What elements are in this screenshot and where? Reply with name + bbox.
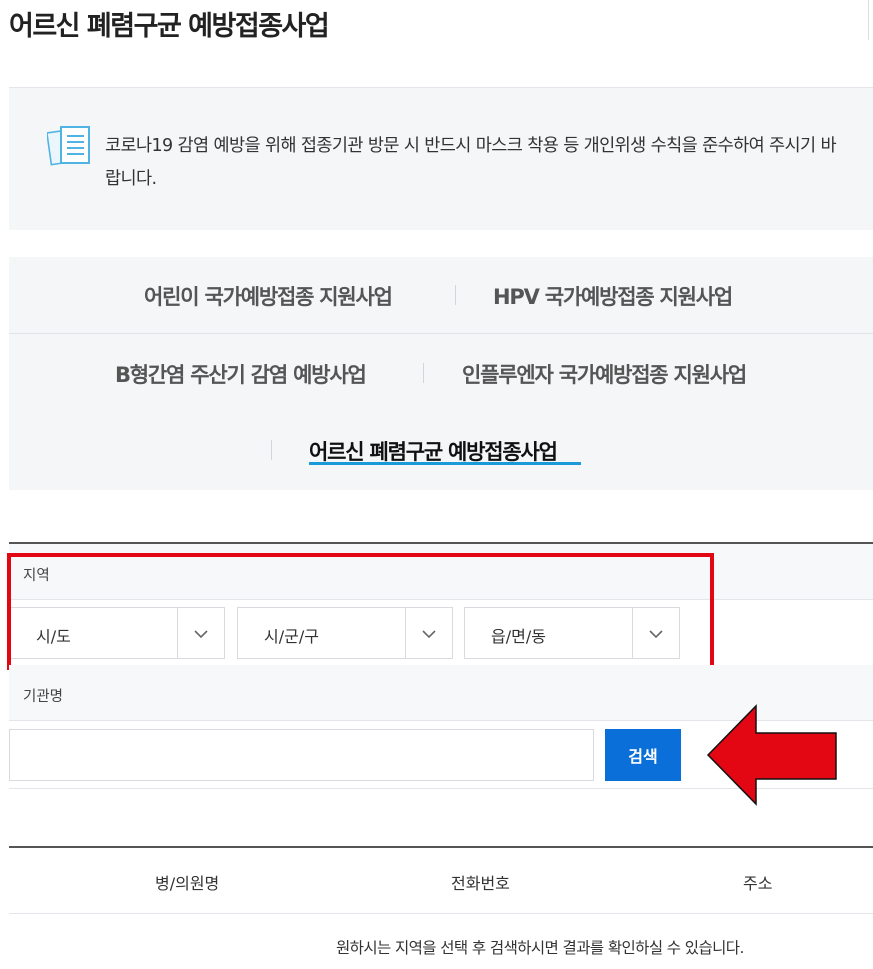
- divider: [9, 913, 873, 914]
- tab-child-vaccination[interactable]: 어린이 국가예방접종 지원사업: [144, 281, 393, 311]
- column-header-phone: 전화번호: [451, 874, 510, 893]
- document-list-icon: [47, 126, 90, 166]
- column-header-hospital: 병/의원명: [155, 874, 220, 893]
- search-button[interactable]: 검색: [605, 729, 681, 781]
- highlight-box: [7, 553, 714, 670]
- tab-hepatitis-b[interactable]: B형간염 주산기 감염 예방사업: [115, 359, 367, 389]
- active-tab-indicator: [309, 462, 581, 465]
- tab-influenza[interactable]: 인플루엔자 국가예방접종 지원사업: [462, 359, 747, 389]
- tab-hpv-vaccination[interactable]: HPV 국가예방접종 지원사업: [493, 281, 733, 311]
- org-label: 기관명: [23, 689, 64, 705]
- tab-separator: [455, 285, 456, 305]
- program-tabs: 어린이 국가예방접종 지원사업 HPV 국가예방접종 지원사업 B형간염 주산기…: [9, 257, 873, 490]
- column-header-address: 주소: [743, 874, 773, 893]
- notice-text: 코로나19 감염 예방을 위해 접종기관 방문 시 반드시 마스크 착용 등 개…: [105, 136, 837, 189]
- divider: [9, 846, 873, 848]
- tab-separator: [271, 440, 272, 460]
- tab-separator: [423, 363, 424, 383]
- notice-box: 코로나19 감염 예방을 위해 접종기관 방문 시 반드시 마스크 착용 등 개…: [9, 87, 873, 230]
- left-arrow-icon: [706, 704, 837, 806]
- empty-results-message: 원하시는 지역을 선택 후 검색하시면 결과를 확인하실 수 있습니다.: [336, 939, 744, 957]
- org-name-input[interactable]: [9, 729, 594, 781]
- page-title: 어르신 폐렴구균 예방접종사업: [9, 11, 330, 42]
- divider: [868, 0, 869, 40]
